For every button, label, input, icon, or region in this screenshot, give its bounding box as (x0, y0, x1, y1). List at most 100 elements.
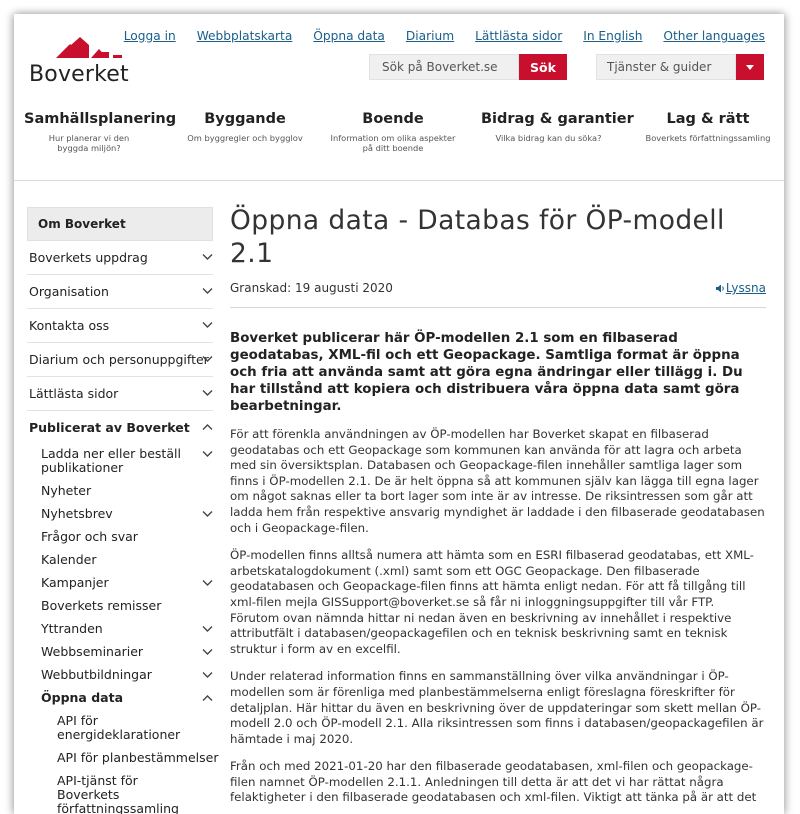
nav-desc: Information om olika aspekter på ditt bo… (330, 133, 456, 153)
nav-title: Byggande (204, 111, 286, 127)
nav-samhallsplanering[interactable]: Samhällsplanering Hur planerar vi den by… (24, 111, 177, 153)
sidebar-subitem-nyhetsbrev[interactable]: Nyhetsbrev (27, 507, 213, 521)
sidebar-item-label: Organisation (29, 284, 109, 299)
sidebar-subitem-kalender[interactable]: Kalender (27, 553, 213, 567)
sidebar-subitem-label: Webbseminarier (41, 644, 144, 659)
speaker-icon (715, 284, 724, 293)
lead-paragraph: Boverket publicerar här ÖP-modellen 2.1 … (230, 331, 743, 414)
sidebar-item-publicerat[interactable]: Publicerat av Boverket (27, 411, 213, 445)
sidebar: Om Boverket Boverkets uppdrag Organisati… (27, 207, 218, 814)
sidebar-subitem-label: Boverkets remisser (41, 598, 162, 613)
sidebar-item-organisation[interactable]: Organisation (27, 275, 213, 309)
chevron-down-icon[interactable] (202, 389, 213, 397)
sidebar-subitem-ladda-ner[interactable]: Ladda ner eller beställ publikationer (27, 447, 213, 475)
sidebar-subsubitem-label: API för energideklarationer (57, 713, 181, 742)
sitemap-link[interactable]: Webbplatskarta (197, 29, 293, 43)
chevron-down-icon[interactable] (202, 625, 213, 633)
sidebar-subitem-label: Kalender (41, 552, 97, 567)
login-link[interactable]: Logga in (124, 29, 176, 43)
chevron-down-icon[interactable] (202, 671, 213, 679)
body-paragraph: Från och med 2021-01-20 har den filbaser… (230, 759, 757, 805)
sidebar-subitem-label: Frågor och svar (41, 529, 138, 544)
nav-desc: Vilka bidrag kan du söka? (495, 133, 602, 143)
open-data-link[interactable]: Öppna data (313, 29, 385, 43)
sidebar-subitem-label: Kampanjer (41, 575, 109, 590)
chevron-down-icon[interactable] (202, 579, 213, 587)
sidebar-subitem-label: Nyhetsbrev (41, 506, 113, 521)
sidebar-subitem-kampanjer[interactable]: Kampanjer (27, 576, 213, 590)
easy-read-link[interactable]: Lättlästa sidor (475, 29, 562, 43)
other-languages-link[interactable]: Other languages (663, 29, 765, 43)
sidebar-subitem-nyheter[interactable]: Nyheter (27, 484, 213, 498)
body-paragraph: ÖP-modellen finns alltså numera att hämt… (230, 548, 754, 656)
sidebar-subsubitem-energideklarationer[interactable]: API för energideklarationer (27, 714, 187, 742)
chevron-down-icon[interactable] (202, 450, 213, 458)
sidebar-subitem-label: Webbutbildningar (41, 667, 152, 682)
body-paragraph: För att förenkla användningen av ÖP-mode… (230, 427, 765, 535)
chevron-up-icon[interactable] (202, 694, 213, 702)
nav-title: Samhällsplanering (24, 111, 177, 127)
services-guides-toggle[interactable] (736, 54, 764, 80)
sidebar-subitem-yttranden[interactable]: Yttranden (27, 622, 213, 636)
nav-bidrag-garantier[interactable]: Bidrag & garantier Vilka bidrag kan du s… (481, 111, 634, 143)
main-content: Öppna data - Databas för ÖP-modell 2.1 G… (230, 204, 766, 806)
nav-title: Boende (362, 111, 424, 127)
chevron-down-icon[interactable] (202, 253, 213, 261)
sidebar-item-uppdrag[interactable]: Boverkets uppdrag (27, 241, 213, 275)
header-divider (14, 180, 784, 181)
sidebar-item-label: Publicerat av Boverket (29, 420, 190, 435)
nav-boende[interactable]: Boende Information om olika aspekter på … (328, 111, 458, 153)
top-links: Logga in Webbplatskarta Öppna data Diari… (124, 29, 765, 43)
english-link[interactable]: In English (583, 29, 642, 43)
sidebar-subitem-oppna-data[interactable]: Öppna data (27, 691, 213, 705)
sidebar-item-label: Lättlästa sidor (29, 386, 119, 401)
sidebar-item-diarium[interactable]: Diarium och personuppgifter (27, 343, 213, 377)
sidebar-subsubitem-label: API-tjänst för Boverkets författningssam… (57, 773, 179, 814)
sidebar-item-lattlasta[interactable]: Lättlästa sidor (27, 377, 213, 411)
article-meta: Granskad: 19 augusti 2020 Lyssna (230, 281, 766, 308)
nav-desc: Hur planerar vi den byggda miljön? (48, 133, 130, 153)
sidebar-subitem-label: Öppna data (41, 690, 124, 705)
body-paragraph: Under relaterad information finns en sam… (230, 669, 764, 746)
logo-mark-icon (56, 37, 122, 58)
reviewed-date: Granskad: 19 augusti 2020 (230, 281, 393, 295)
main-navigation: Samhällsplanering Hur planerar vi den by… (14, 111, 784, 171)
chevron-down-icon[interactable] (202, 321, 213, 329)
sidebar-subsubitem-label: API för planbestämmelser (57, 750, 219, 765)
nav-desc: Om byggregler och bygglov (187, 133, 303, 143)
sidebar-subitem-label: Yttranden (41, 621, 103, 636)
sidebar-heading[interactable]: Om Boverket (27, 207, 213, 241)
chevron-down-icon[interactable] (202, 287, 213, 295)
browser-page: Boverket Logga in Webbplatskarta Öppna d… (14, 14, 784, 814)
sidebar-item-label: Diarium och personuppgifter (29, 352, 209, 367)
chevron-down-icon[interactable] (202, 355, 213, 363)
sidebar-subitem-webbutbildningar[interactable]: Webbutbildningar (27, 668, 213, 682)
sidebar-subitem-label: Nyheter (41, 483, 92, 498)
caret-down-icon (746, 64, 754, 70)
search-button[interactable]: Sök (519, 54, 567, 80)
sidebar-item-label: Kontakta oss (29, 318, 110, 333)
sidebar-subitem-remisser[interactable]: Boverkets remisser (27, 599, 213, 613)
sidebar-item-label: Boverkets uppdrag (29, 250, 148, 265)
sidebar-subitem-fragor[interactable]: Frågor och svar (27, 530, 213, 544)
page-title: Öppna data - Databas för ÖP-modell 2.1 (230, 205, 725, 269)
sidebar-subitem-webbseminarier[interactable]: Webbseminarier (27, 645, 213, 659)
nav-title: Bidrag & garantier (481, 111, 634, 127)
nav-desc: Boverkets författningssamling (645, 133, 771, 143)
listen-button[interactable]: Lyssna (715, 281, 766, 295)
nav-byggande[interactable]: Byggande Om byggregler och bygglov (182, 111, 308, 143)
sidebar-subitem-label: Ladda ner eller beställ publikationer (41, 446, 181, 475)
sidebar-subsubitem-forfattningssamling[interactable]: API-tjänst för Boverkets författningssam… (27, 774, 197, 814)
sidebar-subsubitem-planbestammelser[interactable]: API för planbestämmelser (27, 751, 218, 765)
sidebar-item-kontakta[interactable]: Kontakta oss (27, 309, 213, 343)
chevron-up-icon[interactable] (202, 423, 213, 431)
services-guides-select[interactable]: Tjänster & guider (596, 54, 736, 80)
search-input[interactable]: Sök på Boverket.se (369, 54, 519, 80)
listen-label: Lyssna (725, 281, 766, 295)
nav-title: Lag & rätt (666, 111, 750, 127)
nav-lag-ratt[interactable]: Lag & rätt Boverkets författningssamling (638, 111, 778, 143)
chevron-down-icon[interactable] (202, 648, 213, 656)
logo-text: Boverket (29, 62, 129, 87)
chevron-down-icon[interactable] (202, 510, 213, 518)
diarium-link[interactable]: Diarium (406, 29, 454, 43)
